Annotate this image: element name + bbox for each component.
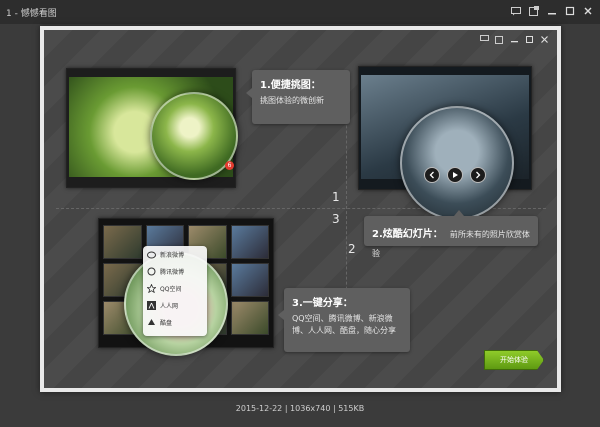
chat-icon[interactable] (510, 5, 522, 17)
dialog-controls (479, 34, 549, 44)
prev-icon[interactable] (424, 167, 440, 183)
section-number-1: 1 (332, 190, 340, 204)
next-icon[interactable] (470, 167, 486, 183)
maximize-icon[interactable] (564, 5, 576, 17)
section-number-3: 3 (332, 212, 340, 226)
share-item-tencent-weibo[interactable]: 腾讯微博 (143, 263, 207, 280)
weibo-icon (147, 250, 156, 259)
person-icon (147, 301, 156, 310)
share-item-renren[interactable]: 人人网 (143, 297, 207, 314)
count-badge: 6 (225, 161, 234, 170)
feature-title: 1.便捷挑图： (260, 80, 321, 91)
app-title: 1 - 憾憾看图 (6, 9, 57, 19)
star-icon (147, 284, 156, 293)
maximize-icon[interactable] (524, 34, 534, 44)
feature-callout-share: 3.一键分享： QQ空间、腾讯微博、新浪微博、人人网、酷盘，随心分享 (278, 288, 410, 352)
status-bar: 2015-12-22 | 1036x740 | 515KB (235, 404, 365, 413)
feature-description: QQ空间、腾讯微博、新浪微博、人人网、酷盘，随心分享 (292, 314, 396, 335)
skin-icon[interactable] (528, 5, 540, 17)
minimize-icon[interactable] (546, 5, 558, 17)
share-item-qzone[interactable]: QQ空间 (143, 280, 207, 297)
play-icon[interactable] (447, 167, 463, 183)
close-icon[interactable] (582, 5, 594, 17)
section-number-2: 2 (348, 242, 356, 256)
cloud-drive-icon (147, 318, 156, 327)
share-item-weibo[interactable]: 新浪微博 (143, 246, 207, 263)
chat-icon[interactable] (479, 34, 489, 44)
title-bar: 1 - 憾憾看图 (0, 0, 600, 24)
feature-title: 2.炫酷幻灯片： (372, 229, 443, 240)
feature-callout-browse: 1.便捷挑图： 挑图体验的微创新 (246, 70, 350, 124)
minimize-icon[interactable] (509, 34, 519, 44)
feature-title: 3.一键分享： (292, 298, 353, 309)
share-menu: 新浪微博 腾讯微博 QQ空间 人人网 酷盘 (143, 246, 207, 336)
close-icon[interactable] (539, 34, 549, 44)
skin-icon[interactable] (494, 34, 504, 44)
window-controls (510, 5, 594, 17)
share-item-kupan[interactable]: 酷盘 (143, 314, 207, 331)
feature-callout-slideshow: 2.炫酷幻灯片： 前所未有的照片欣赏体验 (364, 210, 538, 258)
feature-description: 挑图体验的微创新 (260, 96, 324, 105)
slideshow-controls (424, 167, 486, 183)
start-experience-button[interactable]: 开始体验 (484, 350, 544, 370)
tencent-weibo-icon (147, 267, 156, 276)
welcome-panel: 1 3 2 6 新浪微博 腾讯微博 QQ空间 人人网 酷盘 1.便捷挑图： 挑图… (44, 30, 557, 388)
magnifier-lens (400, 106, 514, 220)
